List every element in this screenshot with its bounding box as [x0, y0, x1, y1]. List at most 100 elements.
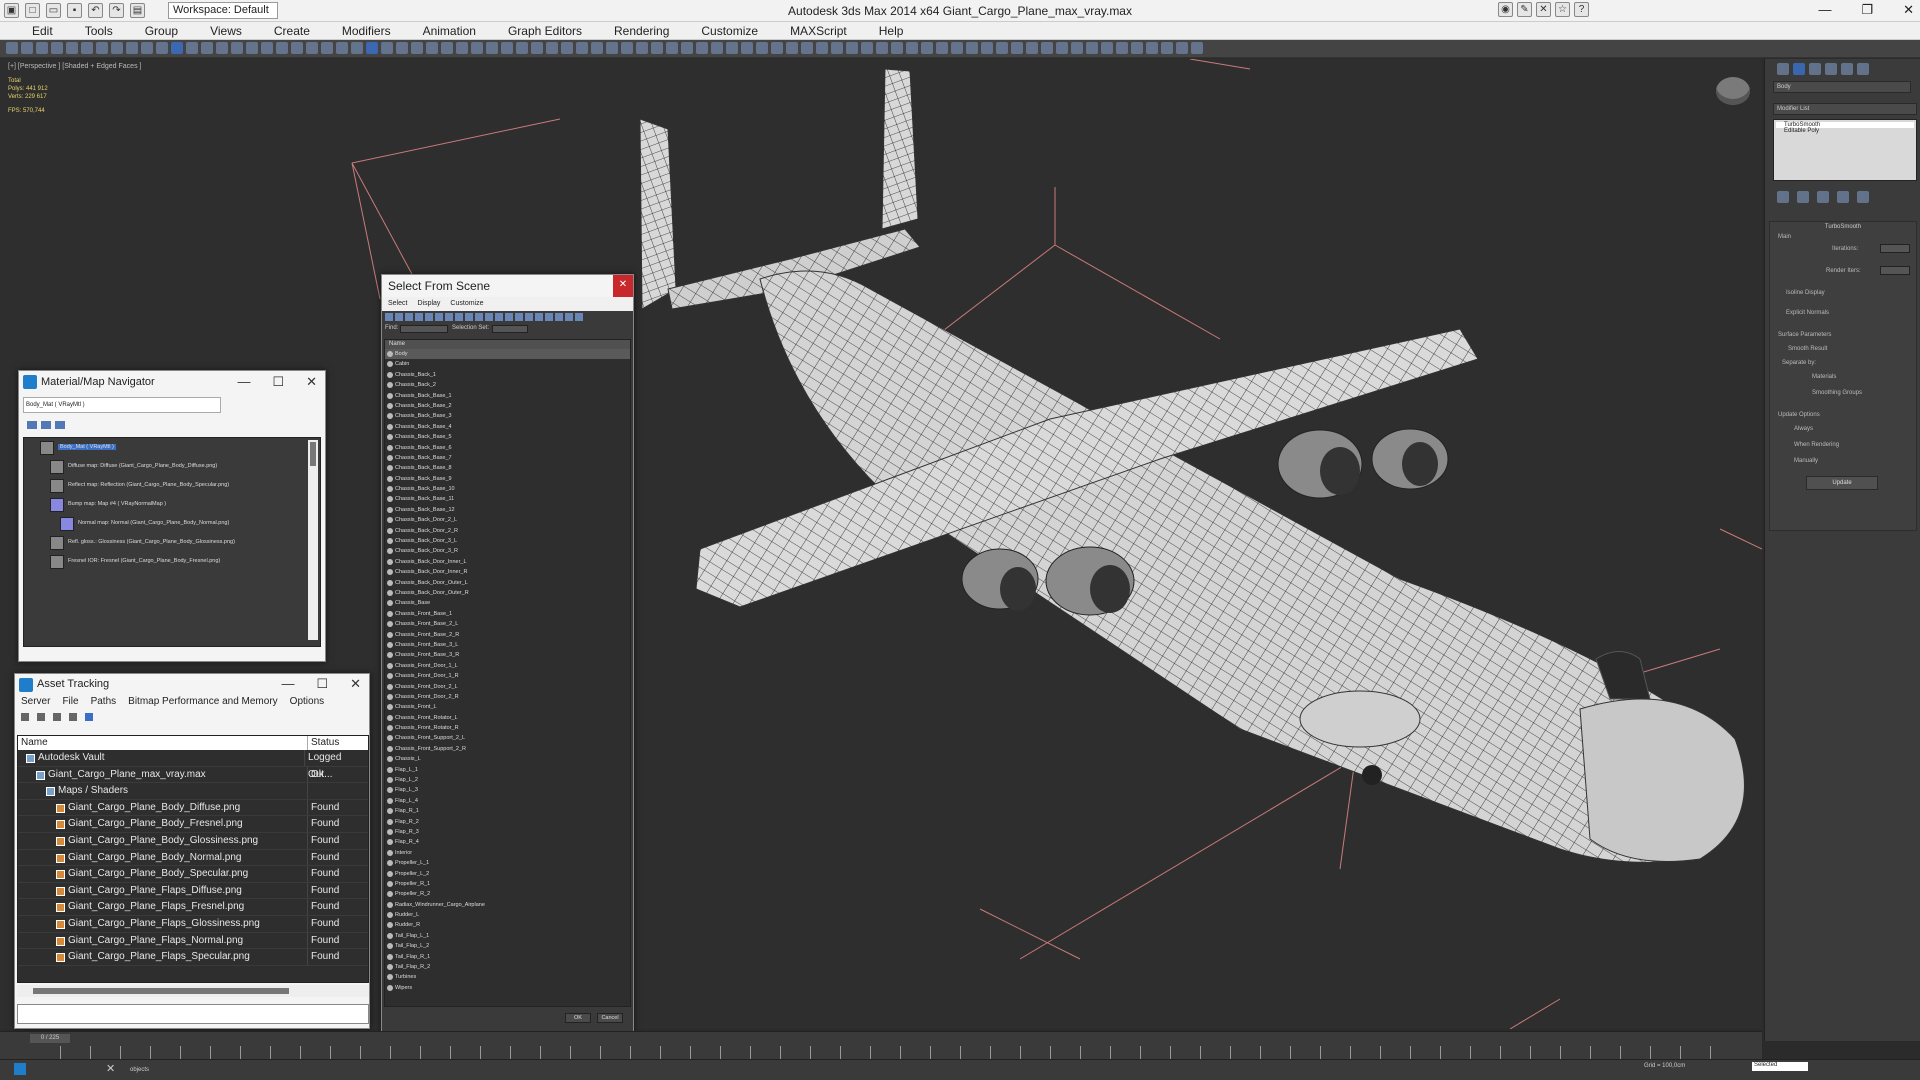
toolbar-tool-icon[interactable] [111, 42, 123, 54]
help-icon[interactable]: ? [1574, 2, 1589, 17]
list-item[interactable]: Chassis_Back_Door_Inner_L [385, 557, 630, 567]
scene-filter-icon[interactable] [425, 313, 433, 321]
list-item[interactable]: Chassis_Back_1 [385, 370, 630, 380]
scene-filter-icon[interactable] [445, 313, 453, 321]
utilities-tab-icon[interactable] [1857, 63, 1869, 75]
toolbar-tool-icon[interactable] [231, 42, 243, 54]
material-tree-item[interactable]: Fresnel IOR: Fresnel (Giant_Cargo_Plane_… [24, 552, 320, 571]
toolbar-tool-icon[interactable] [486, 42, 498, 54]
column-name[interactable]: Name [18, 736, 308, 750]
list-item[interactable]: Chassis_Back_Door_Inner_R [385, 567, 630, 577]
menu-maxscript[interactable]: MAXScript [768, 22, 857, 39]
close-icon[interactable]: ✕ [350, 674, 361, 694]
isoline-display-checkbox[interactable]: Isoline Display [1786, 290, 1825, 296]
toolbar-tool-icon[interactable] [171, 42, 183, 54]
close-icon[interactable]: ✕ [613, 275, 633, 297]
maximize-icon[interactable]: ☐ [316, 674, 328, 694]
toolbar-tool-icon[interactable] [426, 42, 438, 54]
maximize-icon[interactable]: ❐ [1861, 2, 1873, 18]
toolbar-tool-icon[interactable] [966, 42, 978, 54]
list-item[interactable]: Chassis_Front_Base_3_R [385, 650, 630, 660]
scene-filter-icon[interactable] [535, 313, 543, 321]
toolbar-tool-icon[interactable] [81, 42, 93, 54]
list-item[interactable]: Chassis_Back_Door_Outer_L [385, 578, 630, 588]
manually-radio[interactable]: Manually [1794, 458, 1818, 464]
list-item[interactable]: Turbines [385, 972, 630, 982]
toolbar-tool-icon[interactable] [261, 42, 273, 54]
table-row[interactable]: Giant_Cargo_Plane_Body_Diffuse.png Found [18, 799, 368, 817]
list-item[interactable]: Chassis_Back_Door_Outer_R [385, 588, 630, 598]
exchange-icon[interactable]: ✕ [1536, 2, 1551, 17]
material-tree-item[interactable]: Normal map: Normal (Giant_Cargo_Plane_Bo… [24, 514, 320, 533]
open-file-icon[interactable]: ▭ [46, 3, 61, 18]
toolbar-tool-icon[interactable] [1026, 42, 1038, 54]
list-item[interactable]: Chassis_Front_Door_2_L [385, 682, 630, 692]
table-row[interactable]: Autodesk Vault Logged Out... [18, 750, 368, 780]
list-item[interactable]: Rudder_R [385, 920, 630, 930]
list-item[interactable]: Flap_L_2 [385, 775, 630, 785]
toolbar-tool-icon[interactable] [876, 42, 888, 54]
scene-filter-icon[interactable] [495, 313, 503, 321]
find-input[interactable] [400, 325, 448, 333]
current-material-field[interactable]: Body_Mat ( VRayMtl ) [23, 397, 221, 413]
motion-tab-icon[interactable] [1825, 63, 1837, 75]
list-item[interactable]: Interior [385, 848, 630, 858]
toolbar-tool-icon[interactable] [996, 42, 1008, 54]
toolbar-tool-icon[interactable] [921, 42, 933, 54]
frame-indicator[interactable]: 0 / 225 [30, 1034, 70, 1043]
toolbar-tool-icon[interactable] [306, 42, 318, 54]
pin-stack-icon[interactable] [1777, 191, 1789, 203]
toolbar-tool-icon[interactable] [6, 42, 18, 54]
menu-help[interactable]: Help [857, 22, 914, 39]
smoothing-groups-checkbox[interactable]: Smoothing Groups [1812, 390, 1862, 396]
toolbar-tool-icon[interactable] [1086, 42, 1098, 54]
toolbar-tool-icon[interactable] [816, 42, 828, 54]
iterations-spinner[interactable] [1880, 244, 1910, 253]
toolbar-tool-icon[interactable] [1131, 42, 1143, 54]
minimize-icon[interactable]: — [281, 674, 294, 694]
list-item[interactable]: Chassis_Front_Support_2_L [385, 733, 630, 743]
close-icon[interactable]: ✕ [306, 371, 317, 393]
table-row[interactable]: Giant_Cargo_Plane_Flaps_Fresnel.png Found [18, 899, 368, 916]
toolbar-tool-icon[interactable] [1191, 42, 1203, 54]
toolbar-tool-icon[interactable] [186, 42, 198, 54]
toolbar-tool-icon[interactable] [381, 42, 393, 54]
material-tree-item[interactable]: Body_Mat ( VRayMtl ) [24, 438, 320, 457]
stack-item-editable-poly[interactable]: Editable Poly [1776, 128, 1914, 134]
list-item[interactable]: Propeller_R_2 [385, 889, 630, 899]
workspace-dropdown[interactable]: Workspace: Default [168, 2, 278, 19]
scene-filter-icon[interactable] [395, 313, 403, 321]
close-icon[interactable]: ✕ [1903, 2, 1914, 18]
asset-menu-1[interactable]: File [62, 696, 78, 710]
view-small-icon[interactable] [55, 421, 65, 429]
ok-button[interactable]: OK [565, 1013, 591, 1023]
list-item[interactable]: Chassis_Back_Base_6 [385, 443, 630, 453]
toolbar-tool-icon[interactable] [66, 42, 78, 54]
table-row[interactable]: Giant_Cargo_Plane_Flaps_Glossiness.png Fo… [18, 915, 368, 933]
scene-filter-icon[interactable] [545, 313, 553, 321]
viewport-label[interactable]: [+] [Perspective ] [Shaded + Edged Faces… [8, 63, 141, 70]
toolbar-tool-icon[interactable] [531, 42, 543, 54]
binoculars-icon[interactable]: ◉ [1498, 2, 1513, 17]
toolbar-tool-icon[interactable] [1101, 42, 1113, 54]
toolbar-tool-icon[interactable] [396, 42, 408, 54]
toolbar-tool-icon[interactable] [96, 42, 108, 54]
viewcube-icon[interactable] [1716, 77, 1750, 105]
material-navigator-titlebar[interactable]: Material/Map Navigator — ☐ ✕ [19, 371, 325, 393]
toolbar-tool-icon[interactable] [771, 42, 783, 54]
list-item[interactable]: Tail_Flap_L_2 [385, 941, 630, 951]
toolbar-tool-icon[interactable] [561, 42, 573, 54]
toolbar-tool-icon[interactable] [681, 42, 693, 54]
toolbar-tool-icon[interactable] [246, 42, 258, 54]
toolbar-tool-icon[interactable] [1176, 42, 1188, 54]
scene-filter-icon[interactable] [555, 313, 563, 321]
asset-menu-2[interactable]: Paths [91, 696, 117, 710]
toolbar-tool-icon[interactable] [441, 42, 453, 54]
menu-views[interactable]: Views [188, 22, 252, 39]
list-item[interactable]: Chassis_Front_Base_2_L [385, 619, 630, 629]
list-item[interactable]: Chassis_Base [385, 598, 630, 608]
scene-filter-icon[interactable] [385, 313, 393, 321]
list-item[interactable]: Wipers [385, 983, 630, 993]
update-button[interactable]: Update [1806, 476, 1878, 490]
list-item[interactable]: Propeller_R_1 [385, 879, 630, 889]
